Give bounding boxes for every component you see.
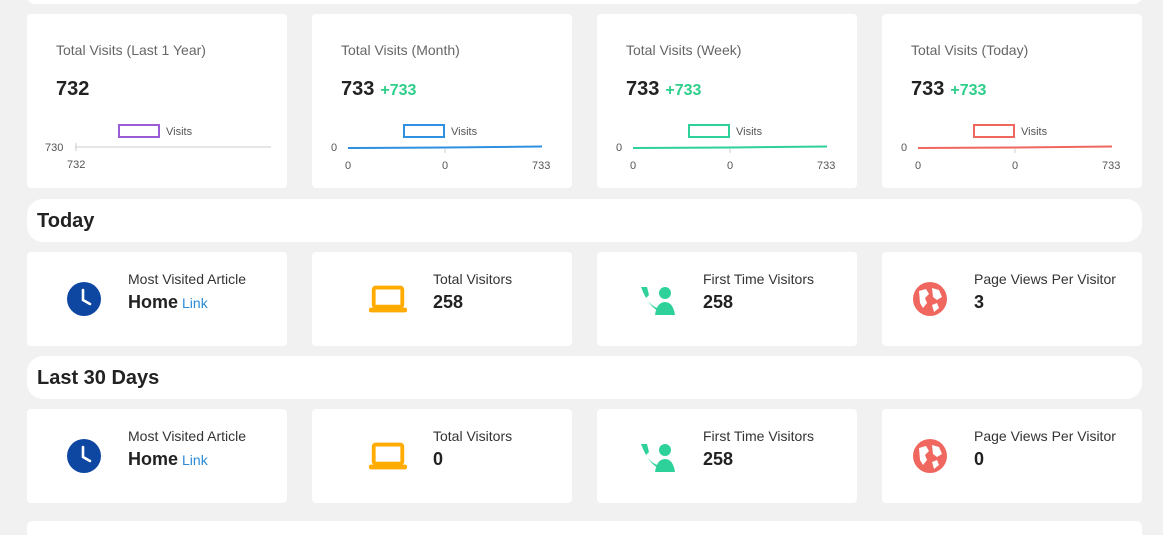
stat-card-today: Total Visits (Today) 733 +733 Visits 0 0 … [882, 14, 1142, 188]
info-value: Home Link [128, 292, 208, 312]
stat-value: 732 [56, 78, 90, 100]
y-tick-label: 0 [331, 142, 337, 154]
stat-card-year: Total Visits (Last 1 Year) 732 Visits 73… [27, 14, 287, 188]
stat-title: Total Visits (Month) [341, 42, 460, 58]
last30-total-visitors-card: Total Visitors 0 [312, 409, 572, 503]
info-label: First Time Visitors [703, 428, 814, 444]
info-label: Total Visitors [433, 428, 513, 444]
legend-swatch [403, 124, 445, 138]
y-tick-label: 0 [616, 142, 622, 154]
stat-delta: +733 [665, 82, 702, 99]
info-label: Most Visited Article [128, 271, 247, 287]
info-value: 0 [433, 449, 444, 469]
info-value: 258 [703, 449, 734, 469]
stat-title: Total Visits (Week) [626, 42, 742, 58]
laptop-icon [368, 279, 408, 319]
visits-today-chart: Visits 0 0 0 733 [901, 124, 1120, 172]
article-link[interactable]: Link [182, 295, 208, 311]
visits-week-chart: Visits 0 0 0 733 [616, 124, 835, 172]
info-value: 258 [703, 292, 734, 312]
stat-title: Total Visits (Today) [911, 42, 1029, 58]
today-most-visited-card: Most Visited Article Home Link [27, 252, 287, 346]
legend-label: Visits [451, 126, 478, 138]
section-header-last-30-days: Last 30 Days [27, 356, 1142, 399]
person-phone-icon [637, 279, 677, 319]
stat-title: Total Visits (Last 1 Year) [56, 42, 206, 58]
stat-card-week: Total Visits (Week) 733 +733 Visits 0 0 0… [597, 14, 857, 188]
person-phone-icon [637, 436, 677, 476]
info-label: First Time Visitors [703, 271, 814, 287]
info-label: Most Visited Article [128, 428, 247, 444]
x-tick-label: 0 [345, 160, 351, 172]
visits-month-chart: Visits 0 0 0 733 [331, 124, 550, 172]
clock-icon [64, 279, 104, 319]
clock-icon [64, 436, 104, 476]
legend-label: Visits [1021, 126, 1048, 138]
info-value: 0 [974, 449, 985, 469]
bottom-panel [27, 521, 1142, 535]
info-value: 3 [974, 292, 985, 312]
stat-delta: +733 [380, 82, 417, 99]
legend-swatch [973, 124, 1015, 138]
legend-label: Visits [736, 126, 763, 138]
x-tick-label: 0 [915, 160, 921, 172]
last30-first-time-card: First Time Visitors 258 [597, 409, 857, 503]
top-panel [27, 0, 1142, 4]
series-line [917, 145, 1113, 149]
series-line [632, 145, 828, 149]
last30-most-visited-card: Most Visited Article Home Link [27, 409, 287, 503]
globe-icon [910, 436, 950, 476]
stat-value: 733 +733 [626, 78, 702, 100]
stat-delta: +733 [950, 82, 987, 99]
last30-page-views-card: Page Views Per Visitor 0 [882, 409, 1142, 503]
info-label: Total Visitors [433, 271, 513, 287]
article-link[interactable]: Link [182, 452, 208, 468]
x-tick-label: 0 [630, 160, 636, 172]
stat-value: 733 +733 [341, 78, 417, 100]
x-tick-label: 732 [67, 159, 85, 171]
globe-icon [910, 279, 950, 319]
laptop-icon [368, 436, 408, 476]
section-header-today: Today [27, 199, 1142, 242]
legend-swatch [118, 124, 160, 138]
x-tick-label: 0 [442, 160, 448, 172]
x-tick-label: 733 [532, 160, 550, 172]
legend-label: Visits [166, 126, 193, 138]
visits-year-chart: Visits 730 732 [45, 124, 271, 171]
today-total-visitors-card: Total Visitors 258 [312, 252, 572, 346]
today-page-views-card: Page Views Per Visitor 3 [882, 252, 1142, 346]
stat-card-month: Total Visits (Month) 733 +733 Visits 0 0 … [312, 14, 572, 188]
today-first-time-card: First Time Visitors 258 [597, 252, 857, 346]
section-title: Today [37, 210, 95, 232]
info-label: Page Views Per Visitor [974, 428, 1116, 444]
stat-value: 733 +733 [911, 78, 987, 100]
x-tick-label: 733 [817, 160, 835, 172]
section-title: Last 30 Days [37, 367, 160, 389]
x-tick-label: 733 [1102, 160, 1120, 172]
legend-swatch [688, 124, 730, 138]
y-tick-label: 730 [45, 142, 63, 154]
info-value: 258 [433, 292, 464, 312]
series-line [347, 145, 543, 149]
x-tick-label: 0 [727, 160, 733, 172]
info-value: Home Link [128, 449, 208, 469]
info-label: Page Views Per Visitor [974, 271, 1116, 287]
y-tick-label: 0 [901, 142, 907, 154]
x-tick-label: 0 [1012, 160, 1018, 172]
